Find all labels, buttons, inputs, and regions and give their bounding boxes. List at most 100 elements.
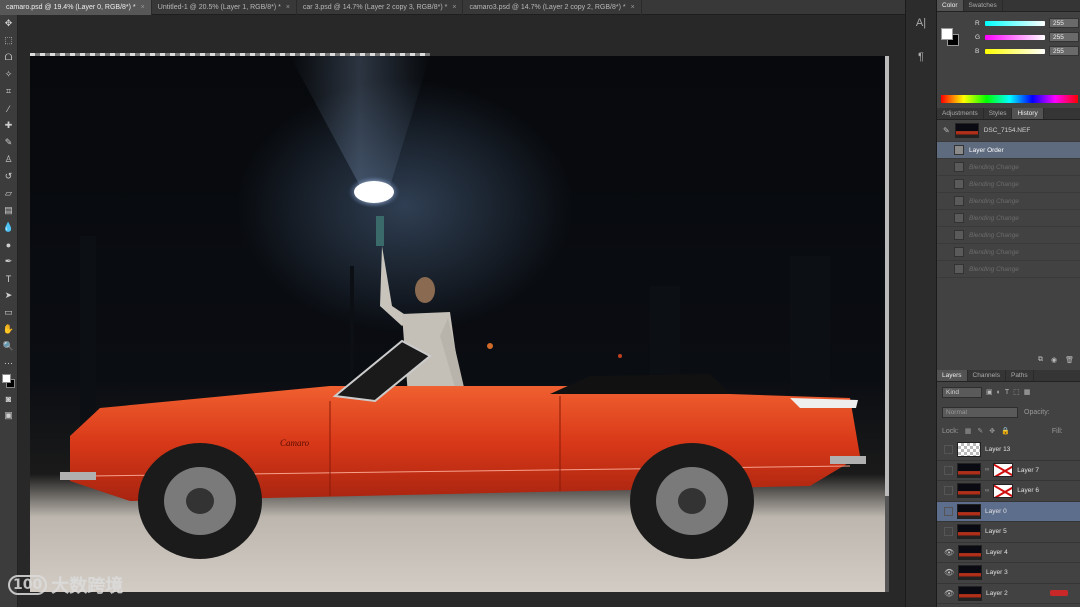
history-snapshot[interactable]: ✎ DSC_7154.NEF	[937, 120, 1080, 142]
vertical-scrollbar[interactable]	[885, 56, 889, 592]
color-spectrum-bar[interactable]	[941, 95, 1078, 103]
new-snapshot-icon[interactable]: ◉	[1051, 356, 1057, 368]
color-swatches[interactable]	[1, 374, 16, 390]
layer-mask-thumbnail[interactable]	[993, 483, 1014, 498]
layer-row[interactable]: ∞ Layer 6	[937, 481, 1080, 502]
b-slider[interactable]	[985, 48, 1045, 54]
clone-stamp-tool-icon[interactable]: ♙	[2, 151, 16, 168]
scrollbar-thumb[interactable]	[885, 56, 889, 496]
document-tab[interactable]: car 3.psd @ 14.7% (Layer 2 copy 3, RGB/8…	[297, 0, 464, 15]
layer-name[interactable]: Layer 3	[986, 569, 1008, 576]
type-tool-icon[interactable]: T	[2, 270, 16, 287]
marquee-tool-icon[interactable]: ⬚	[2, 32, 16, 49]
character-panel-icon[interactable]: A|	[906, 12, 936, 34]
layer-mask-thumbnail[interactable]	[993, 463, 1014, 478]
foreground-color-swatch[interactable]	[1, 374, 11, 383]
more-tools-icon[interactable]: ⋯	[2, 355, 16, 372]
layer-row[interactable]: 👁 Layer 3	[937, 563, 1080, 584]
close-tab-icon[interactable]: ×	[631, 0, 635, 15]
layer-mask-link-icon[interactable]: ∞	[985, 467, 989, 473]
screen-mode-icon[interactable]: ▣	[2, 407, 16, 424]
visibility-eye-icon[interactable]: 👁	[944, 548, 954, 557]
shape-tool-icon[interactable]: ▭	[2, 304, 16, 321]
visibility-empty-icon[interactable]	[944, 465, 953, 475]
delete-state-icon[interactable]: 🗑	[1065, 356, 1074, 368]
panel-tab-styles[interactable]: Styles	[984, 108, 1013, 119]
layer-name[interactable]: Layer 6	[1017, 487, 1039, 494]
eraser-tool-icon[interactable]: ▱	[2, 185, 16, 202]
layer-name[interactable]: Layer 4	[986, 549, 1008, 556]
filter-smart-object-icon[interactable]: ▦	[1024, 388, 1031, 396]
b-value[interactable]: 255	[1049, 46, 1079, 56]
panel-tab-channels[interactable]: Channels	[968, 370, 1006, 381]
layer-mask-link-icon[interactable]: ∞	[985, 488, 989, 494]
path-selection-tool-icon[interactable]: ➤	[2, 287, 16, 304]
document-tab[interactable]: camaro.psd @ 19.4% (Layer 0, RGB/8*) * ×	[0, 0, 152, 15]
history-state[interactable]: Layer Order	[937, 142, 1080, 159]
filter-type-icon[interactable]: T	[1005, 389, 1009, 396]
panel-tab-history[interactable]: History	[1012, 108, 1044, 119]
blur-tool-icon[interactable]: 💧	[2, 219, 16, 236]
filter-shape-icon[interactable]: ⬚	[1013, 388, 1020, 396]
panel-tab-color[interactable]: Color	[937, 0, 964, 11]
hand-tool-icon[interactable]: ✋	[2, 321, 16, 338]
dodge-tool-icon[interactable]: ●	[2, 236, 16, 253]
layer-row[interactable]: 👁 Layer 2	[937, 584, 1080, 604]
visibility-empty-icon[interactable]	[944, 486, 953, 496]
layer-row[interactable]: 👁 Layer 4	[937, 543, 1080, 563]
eyedropper-tool-icon[interactable]: ⁄	[2, 100, 16, 117]
g-slider[interactable]	[985, 34, 1045, 40]
pen-tool-icon[interactable]: ✒	[2, 253, 16, 270]
history-state[interactable]: Blending Change	[937, 176, 1080, 193]
panel-tab-swatches[interactable]: Swatches	[964, 0, 1003, 11]
layer-name[interactable]: Layer 0	[985, 508, 1007, 515]
visibility-eye-icon[interactable]: 👁	[944, 568, 954, 577]
layer-name[interactable]: Layer 5	[985, 528, 1007, 535]
layer-row[interactable]: Layer 13	[937, 440, 1080, 461]
close-tab-icon[interactable]: ×	[452, 0, 456, 15]
history-state[interactable]: Blending Change	[937, 244, 1080, 261]
move-tool-icon[interactable]: ✥	[2, 15, 16, 32]
visibility-empty-icon[interactable]	[944, 527, 953, 537]
layer-name[interactable]: Layer 13	[985, 446, 1010, 453]
close-tab-icon[interactable]: ×	[286, 0, 290, 15]
history-state[interactable]: Blending Change	[937, 210, 1080, 227]
filter-adjustment-icon[interactable]: ◐	[997, 389, 1001, 396]
history-state[interactable]: Blending Change	[937, 227, 1080, 244]
layer-name[interactable]: Layer 2	[986, 590, 1008, 597]
layer-row[interactable]: ∞ Layer 7	[937, 461, 1080, 481]
paragraph-panel-icon[interactable]: ¶	[906, 46, 936, 68]
lock-all-icon[interactable]: 🔒	[1001, 427, 1010, 435]
fg-color-chip[interactable]	[941, 28, 953, 40]
filter-pixel-icon[interactable]: ▣	[986, 388, 993, 396]
panel-tab-paths[interactable]: Paths	[1006, 370, 1034, 381]
zoom-tool-icon[interactable]: 🔍	[2, 338, 16, 355]
quick-mask-icon[interactable]: ◙	[2, 390, 16, 407]
lock-transparent-icon[interactable]: ▦	[965, 427, 972, 435]
visibility-eye-icon[interactable]: 👁	[944, 589, 954, 598]
layer-kind-filter[interactable]: Kind	[942, 386, 982, 398]
lock-image-icon[interactable]: ✎	[977, 427, 983, 435]
crop-tool-icon[interactable]: ⌗	[2, 83, 16, 100]
r-slider[interactable]	[985, 20, 1045, 26]
history-state[interactable]: Blending Change	[937, 159, 1080, 176]
visibility-empty-icon[interactable]	[944, 445, 953, 455]
panel-tab-layers[interactable]: Layers	[937, 370, 968, 381]
panel-tab-adjustments[interactable]: Adjustments	[937, 108, 984, 119]
document-tab[interactable]: Untitled-1 @ 20.5% (Layer 1, RGB/8*) * ×	[152, 0, 297, 15]
layer-name[interactable]: Layer 7	[1017, 467, 1039, 474]
r-value[interactable]: 255	[1049, 18, 1079, 28]
layer-row[interactable]: Layer 0	[937, 501, 1080, 522]
brush-tool-icon[interactable]: ✎	[2, 134, 16, 151]
magic-wand-tool-icon[interactable]: ✧	[2, 66, 16, 83]
gradient-tool-icon[interactable]: ▤	[2, 202, 16, 219]
history-state[interactable]: Blending Change	[937, 261, 1080, 278]
history-brush-tool-icon[interactable]: ↺	[2, 168, 16, 185]
new-document-from-state-icon[interactable]: ⧉	[1038, 356, 1043, 368]
healing-brush-tool-icon[interactable]: ✚	[2, 117, 16, 134]
document-tab[interactable]: camaro3.psd @ 14.7% (Layer 2 copy 2, RGB…	[463, 0, 642, 15]
close-tab-icon[interactable]: ×	[141, 0, 145, 15]
lock-position-icon[interactable]: ✥	[989, 427, 995, 435]
blend-mode-select[interactable]: Normal	[942, 406, 1018, 418]
layer-row[interactable]: Layer 5	[937, 522, 1080, 543]
